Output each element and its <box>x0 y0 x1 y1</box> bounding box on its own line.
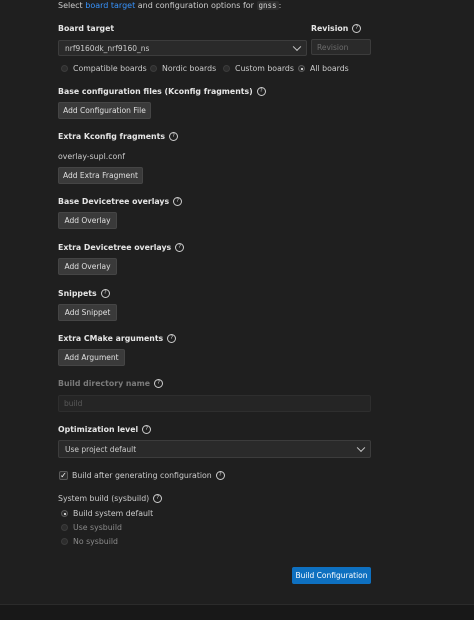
optimization-level-value: Use project default <box>65 444 137 454</box>
button-label: Build Configuration <box>295 571 368 580</box>
help-icon[interactable]: ? <box>256 87 266 96</box>
snippets-label-text: Snippets <box>58 289 97 298</box>
help-icon[interactable]: ? <box>100 289 110 298</box>
sysbuild-option-use[interactable]: Use sysbuild <box>61 523 122 532</box>
build-directory-label-text: Build directory name <box>58 379 151 388</box>
filter-label: Compatible boards <box>73 64 147 73</box>
button-label: Add Argument <box>64 353 119 362</box>
filter-label: All boards <box>310 64 349 73</box>
board-target-select[interactable]: nrf9160dk_nrf9160_ns <box>58 40 307 56</box>
help-icon[interactable]: ? <box>215 471 225 480</box>
add-extra-overlay-button[interactable]: Add Overlay <box>58 258 117 275</box>
help-icon[interactable]: ? <box>352 24 362 33</box>
help-icon[interactable]: ? <box>153 494 163 503</box>
radio-selected-icon <box>61 510 68 517</box>
help-icon[interactable]: ? <box>175 243 185 252</box>
optimization-level-label: Optimization level ? <box>58 425 152 434</box>
app-name: gnss <box>256 1 279 10</box>
optimization-level-label-text: Optimization level <box>58 425 139 434</box>
add-extra-fragment-button[interactable]: Add Extra Fragment <box>58 167 143 184</box>
sysbuild-option-label: Build system default <box>73 509 154 518</box>
cmake-args-label: Extra CMake arguments ? <box>58 334 177 343</box>
help-icon[interactable]: ? <box>168 132 178 141</box>
filter-compatible-boards[interactable]: Compatible boards <box>61 64 147 73</box>
revision-label: Revision ? <box>311 24 362 33</box>
filter-label: Custom boards <box>235 64 294 73</box>
sysbuild-option-default[interactable]: Build system default <box>61 509 153 518</box>
radio-icon <box>61 65 68 72</box>
extra-devicetree-label: Extra Devicetree overlays ? <box>58 243 185 252</box>
filter-all-boards[interactable]: All boards <box>298 64 349 73</box>
intro-middle: and configuration options for <box>135 1 257 10</box>
snippets-label: Snippets ? <box>58 289 110 298</box>
revision-placeholder: Revision <box>317 42 349 52</box>
button-label: Add Overlay <box>64 262 111 271</box>
sysbuild-option-label: Use sysbuild <box>73 523 122 532</box>
build-directory-placeholder: build <box>64 399 83 408</box>
add-configuration-file-button[interactable]: Add Configuration File <box>58 102 151 119</box>
sysbuild-label: System build (sysbuild) ? <box>58 494 163 503</box>
filter-custom-boards[interactable]: Custom boards <box>223 64 294 73</box>
chevron-down-icon <box>292 42 302 52</box>
radio-icon <box>223 65 230 72</box>
extra-kconfig-label: Extra Kconfig fragments ? <box>58 132 178 141</box>
help-icon[interactable]: ? <box>142 425 152 434</box>
base-devicetree-label-text: Base Devicetree overlays <box>58 197 170 206</box>
radio-icon <box>150 65 157 72</box>
help-icon[interactable]: ? <box>167 334 177 343</box>
sysbuild-option-label: No sysbuild <box>73 537 118 546</box>
sysbuild-option-none[interactable]: No sysbuild <box>61 537 118 546</box>
board-target-label-text: Board target <box>58 24 115 33</box>
board-target-value: nrf9160dk_nrf9160_ns <box>65 43 150 53</box>
board-target-link[interactable]: board target <box>85 1 135 10</box>
base-devicetree-label: Base Devicetree overlays ? <box>58 197 183 206</box>
build-directory-label: Build directory name ? <box>58 379 164 388</box>
add-base-overlay-button[interactable]: Add Overlay <box>58 212 117 229</box>
button-label: Add Overlay <box>64 216 111 225</box>
extra-kconfig-label-text: Extra Kconfig fragments <box>58 132 165 141</box>
filter-nordic-boards[interactable]: Nordic boards <box>150 64 216 73</box>
build-after-label: Build after generating configuration <box>72 471 212 480</box>
add-snippet-button[interactable]: Add Snippet <box>58 304 117 321</box>
revision-label-text: Revision <box>311 24 349 33</box>
button-label: Add Snippet <box>64 308 111 317</box>
build-configuration-button[interactable]: Build Configuration <box>292 567 371 584</box>
intro-prefix: Select <box>58 1 86 10</box>
optimization-level-select[interactable]: Use project default <box>58 440 371 458</box>
build-after-checkbox-row[interactable]: ✓ Build after generating configuration ? <box>59 471 225 480</box>
base-config-label-text: Base configuration files (Kconfig fragme… <box>58 87 253 96</box>
radio-selected-icon <box>298 65 305 72</box>
button-label: Add Extra Fragment <box>63 171 138 180</box>
add-argument-button[interactable]: Add Argument <box>58 349 125 366</box>
board-target-label: Board target <box>58 24 114 33</box>
sysbuild-label-text: System build (sysbuild) <box>58 494 150 503</box>
help-icon[interactable]: ? <box>173 197 183 206</box>
bottom-panel-edge <box>0 604 474 620</box>
revision-input[interactable]: Revision <box>311 39 371 55</box>
button-label: Add Configuration File <box>63 106 146 115</box>
kconfig-fragment-file: overlay-supl.conf <box>58 152 125 161</box>
build-directory-input[interactable]: build <box>58 395 371 412</box>
chevron-down-icon <box>356 443 366 453</box>
radio-icon <box>61 538 68 545</box>
intro-suffix: : <box>278 1 282 10</box>
filter-label: Nordic boards <box>162 64 217 73</box>
intro-text: Select board target and configuration op… <box>58 1 281 10</box>
radio-icon <box>61 524 68 531</box>
base-config-label: Base configuration files (Kconfig fragme… <box>58 87 266 96</box>
extra-devicetree-label-text: Extra Devicetree overlays <box>58 243 172 252</box>
cmake-args-label-text: Extra CMake arguments <box>58 334 164 343</box>
checkbox-checked-icon[interactable]: ✓ <box>59 471 68 480</box>
help-icon[interactable]: ? <box>154 379 164 388</box>
